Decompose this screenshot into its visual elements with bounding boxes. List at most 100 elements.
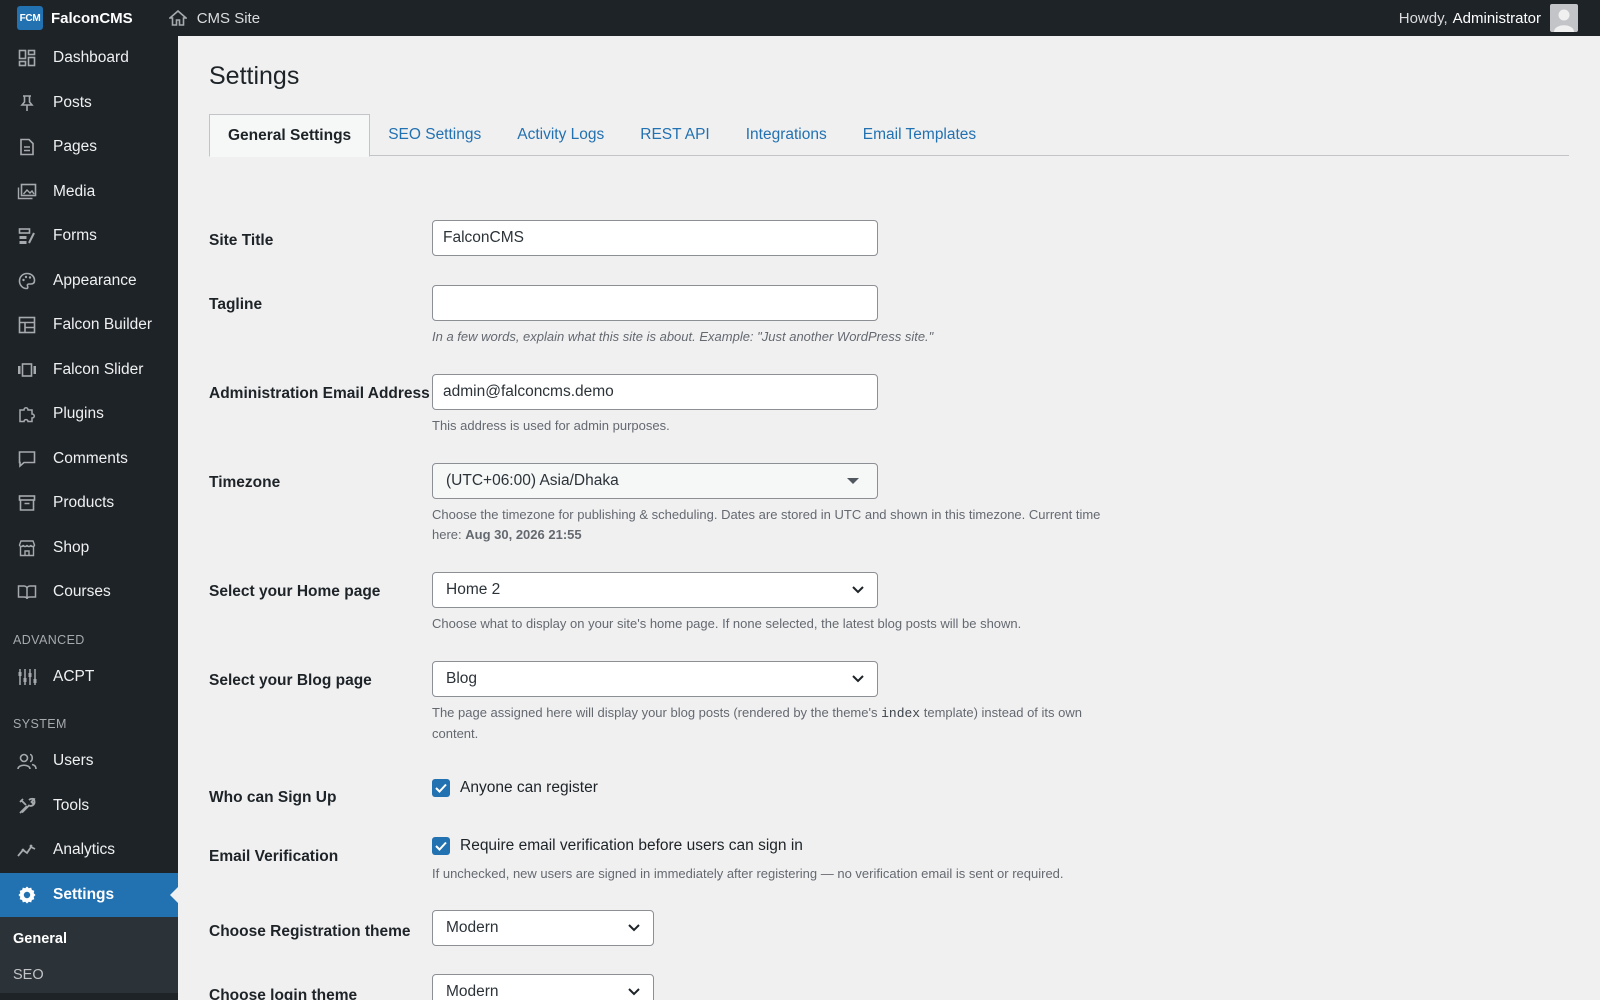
tab-integrations[interactable]: Integrations xyxy=(728,114,845,156)
sliders-icon xyxy=(17,667,37,687)
registration-theme-value: Modern xyxy=(446,919,499,936)
sidebar-item-label: Settings xyxy=(53,885,115,903)
site-link[interactable]: CMS Site xyxy=(168,9,261,27)
sidebar-item-appearance[interactable]: Appearance xyxy=(0,259,178,304)
sidebar-item-dashboard[interactable]: Dashboard xyxy=(0,36,178,81)
brand-name: FalconCMS xyxy=(51,9,133,27)
sidebar-item-products[interactable]: Products xyxy=(0,481,178,526)
user-name: Administrator xyxy=(1452,9,1541,27)
page-title: Settings xyxy=(209,62,300,90)
sidebar-item-label: Shop xyxy=(53,538,90,556)
sidebar-item-falcon-builder[interactable]: Falcon Builder xyxy=(0,303,178,348)
sidebar-item-posts[interactable]: Posts xyxy=(0,81,178,126)
plugin-icon xyxy=(17,404,37,424)
sidebar-item-courses[interactable]: Courses xyxy=(0,570,178,615)
signup-label: Who can Sign Up xyxy=(209,789,337,806)
sidebar-item-label: Posts xyxy=(53,93,92,111)
blog-page-value: Blog xyxy=(446,670,478,687)
admin-top-bar: FCM FalconCMS CMS Site Howdy, Administra… xyxy=(0,0,1600,36)
home-page-label: Select your Home page xyxy=(209,583,381,600)
signup-checkbox-row[interactable]: Anyone can register xyxy=(432,779,598,797)
tools-icon xyxy=(17,796,37,816)
tab-rest-api[interactable]: REST API xyxy=(622,114,728,156)
tagline-label: Tagline xyxy=(209,296,263,313)
gear-icon xyxy=(17,885,37,905)
sidebar-item-label: Dashboard xyxy=(53,49,129,67)
sidebar-item-media[interactable]: Media xyxy=(0,170,178,215)
sidebar-item-analytics[interactable]: Analytics xyxy=(0,828,178,873)
chevron-down-icon xyxy=(852,675,864,683)
chevron-down-icon xyxy=(628,924,640,932)
tab-seo-settings[interactable]: SEO Settings xyxy=(370,114,499,156)
brand[interactable]: FCM FalconCMS xyxy=(0,0,133,36)
submenu-item-general[interactable]: General xyxy=(0,921,178,957)
sidebar-section-system: SYSTEM xyxy=(13,717,67,731)
sidebar-item-tools[interactable]: Tools xyxy=(0,784,178,829)
tab-general-settings[interactable]: General Settings xyxy=(209,114,371,157)
tab-email-templates[interactable]: Email Templates xyxy=(845,114,994,156)
sidebar-item-users[interactable]: Users xyxy=(0,739,178,784)
media-icon xyxy=(17,182,37,202)
home-icon xyxy=(168,10,187,26)
login-theme-select[interactable]: Modern xyxy=(432,974,654,1000)
email-verification-checkbox[interactable] xyxy=(432,837,450,855)
current-time: Aug 30, 2026 21:55 xyxy=(465,527,582,542)
sidebar-item-shop[interactable]: Shop xyxy=(0,526,178,571)
email-verification-label: Email Verification xyxy=(209,848,339,865)
sidebar-item-acpt[interactable]: ACPT xyxy=(0,655,178,700)
palette-icon xyxy=(17,271,37,291)
signup-checkbox-label: Anyone can register xyxy=(460,779,598,796)
chevron-down-icon xyxy=(628,988,640,996)
timezone-description: Choose the timezone for publishing & sch… xyxy=(432,507,1101,542)
caret-down-icon xyxy=(847,478,859,484)
sidebar-item-label: Products xyxy=(53,494,115,512)
home-page-description: Choose what to display on your site's ho… xyxy=(432,616,1022,631)
email-verification-checkbox-row[interactable]: Require email verification before users … xyxy=(432,837,1112,855)
signup-checkbox[interactable] xyxy=(432,779,450,797)
home-page-select[interactable]: Home 2 xyxy=(432,572,878,608)
archive-icon xyxy=(17,493,37,513)
analytics-icon xyxy=(17,840,37,860)
blog-page-select[interactable]: Blog xyxy=(432,661,878,697)
admin-email-input[interactable]: admin@falconcms.demo xyxy=(432,374,878,410)
chevron-down-icon xyxy=(852,586,864,594)
site-title-input[interactable]: FalconCMS xyxy=(432,220,878,256)
book-icon xyxy=(17,582,37,602)
registration-theme-select[interactable]: Modern xyxy=(432,910,654,946)
sidebar-item-comments[interactable]: Comments xyxy=(0,437,178,482)
sidebar-item-pages[interactable]: Pages xyxy=(0,125,178,170)
sidebar-section-advanced: ADVANCED xyxy=(13,632,85,647)
brand-logo: FCM xyxy=(17,6,43,30)
sidebar-item-label: Users xyxy=(53,752,94,770)
sidebar-item-label: Comments xyxy=(53,449,128,467)
settings-tabs: General Settings SEO Settings Activity L… xyxy=(209,114,1569,157)
timezone-value: (UTC+06:00) Asia/Dhaka xyxy=(446,472,619,489)
timezone-select[interactable]: (UTC+06:00) Asia/Dhaka xyxy=(432,463,878,499)
store-icon xyxy=(17,538,37,558)
admin-sidebar: Dashboard Posts Pages Media Forms Appear… xyxy=(0,36,178,1000)
tab-activity-logs[interactable]: Activity Logs xyxy=(499,114,622,156)
blog-page-label: Select your Blog page xyxy=(209,672,372,689)
site-title-label: Site Title xyxy=(209,232,274,249)
sidebar-item-label: ACPT xyxy=(53,667,95,685)
main-content: Settings General Settings SEO Settings A… xyxy=(178,36,1600,1000)
sidebar-item-plugins[interactable]: Plugins xyxy=(0,392,178,437)
email-verification-description: If unchecked, new users are signed in im… xyxy=(432,866,1064,881)
sidebar-item-label: Appearance xyxy=(53,271,137,289)
avatar xyxy=(1550,4,1578,32)
sidebar-item-forms[interactable]: Forms xyxy=(0,214,178,259)
sidebar-item-label: Falcon Builder xyxy=(53,316,153,334)
sidebar-item-falcon-slider[interactable]: Falcon Slider xyxy=(0,348,178,393)
login-theme-value: Modern xyxy=(446,983,499,1000)
blog-page-description: The page assigned here will display your… xyxy=(432,705,1082,741)
sidebar-item-settings[interactable]: Settings xyxy=(0,872,178,917)
checkmark-icon xyxy=(435,783,447,793)
site-link-label: CMS Site xyxy=(196,9,261,27)
user-menu[interactable]: Howdy, Administrator xyxy=(1399,0,1578,36)
submenu-item-seo[interactable]: SEO xyxy=(0,957,178,993)
sidebar-item-label: Analytics xyxy=(53,841,116,859)
admin-email-description: This address is used for admin purposes. xyxy=(432,418,670,433)
howdy-text: Howdy, xyxy=(1398,9,1448,27)
tagline-input[interactable] xyxy=(432,285,878,321)
users-icon xyxy=(17,751,37,771)
